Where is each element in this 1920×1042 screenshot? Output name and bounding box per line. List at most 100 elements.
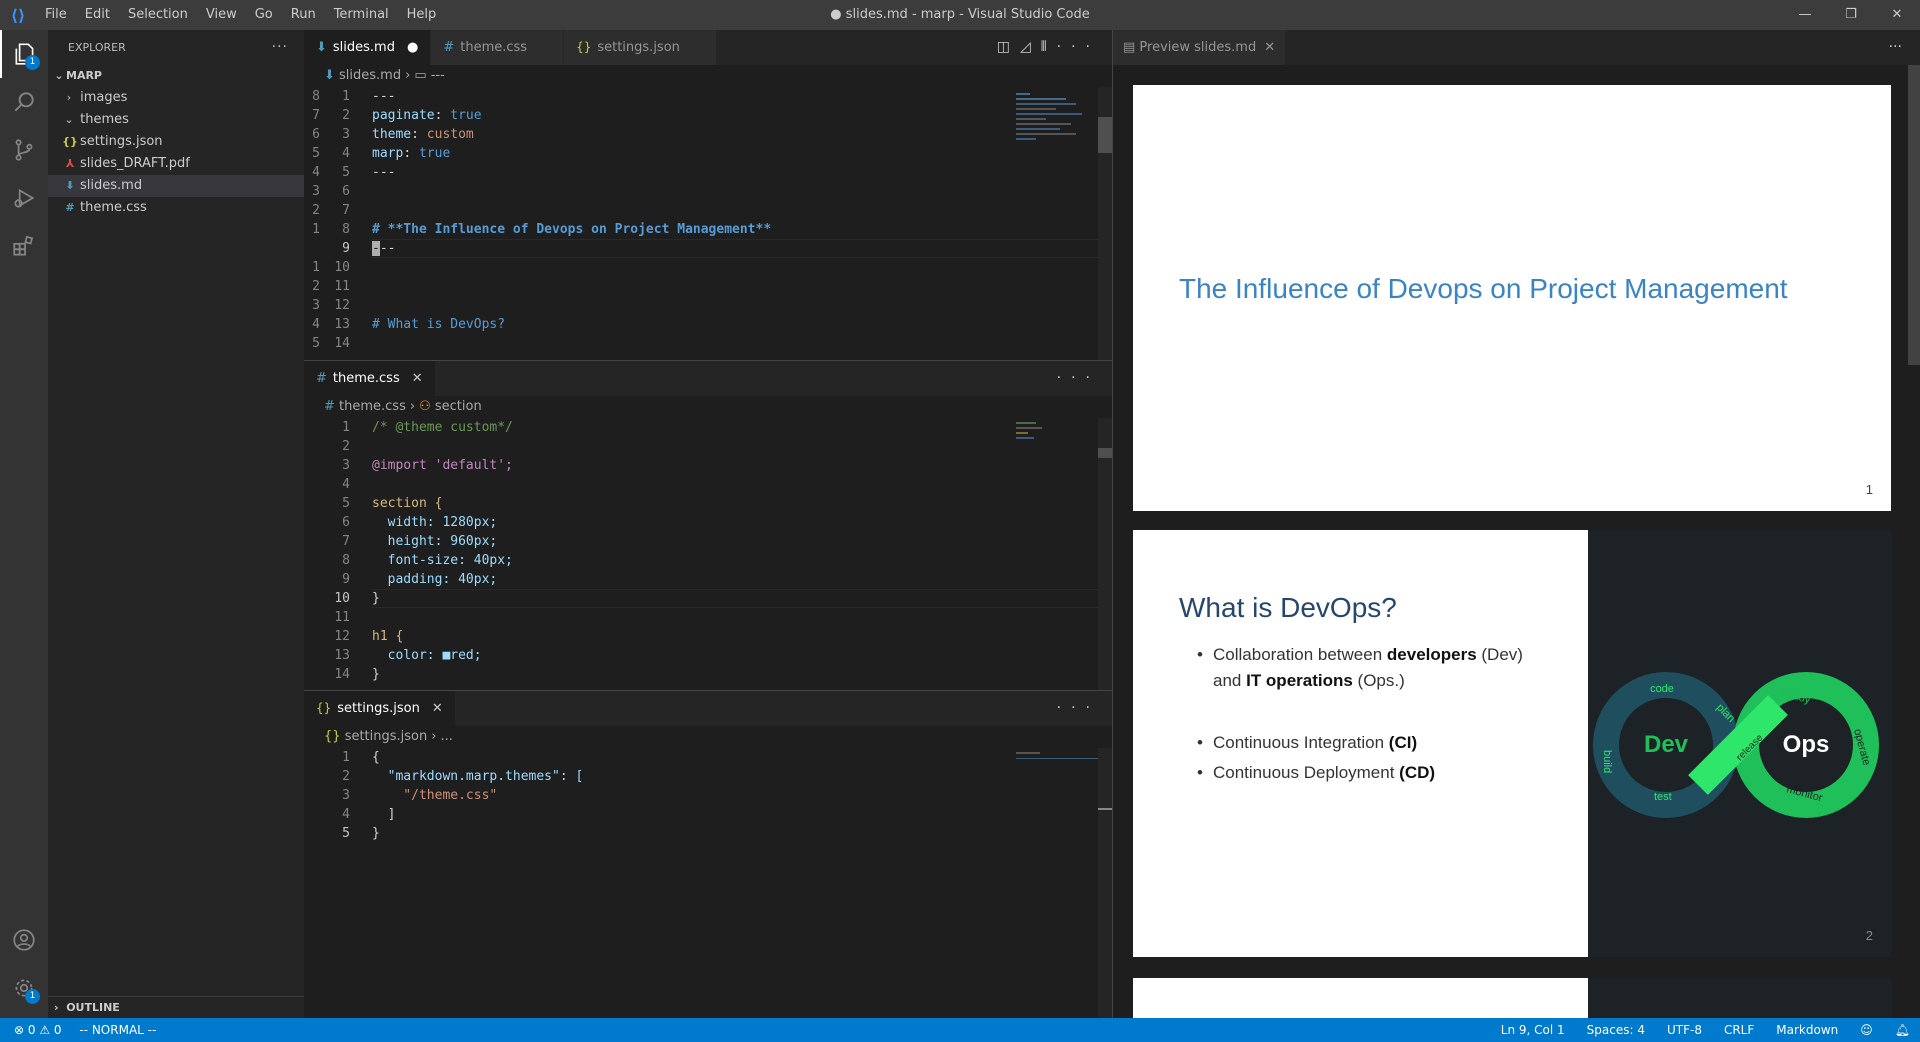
menu-go[interactable]: Go: [246, 0, 282, 30]
unsaved-dot-icon[interactable]: ●: [407, 40, 418, 55]
tab-theme-css[interactable]: # theme.css: [431, 30, 565, 65]
marp-icon[interactable]: ◿: [1020, 39, 1041, 55]
language-mode[interactable]: Markdown: [1776, 1018, 1838, 1042]
code-line: }: [372, 591, 380, 606]
line-number: 10: [334, 260, 350, 275]
breadcrumb-symbol[interactable]: ...: [440, 729, 452, 744]
manage-gear-icon[interactable]: 1: [0, 964, 48, 1012]
minimap[interactable]: [1016, 418, 1098, 458]
outline-section[interactable]: › OUTLINE: [48, 996, 304, 1018]
tab-preview-slides[interactable]: ▤ Preview slides.md ✕: [1113, 30, 1286, 65]
menu-file[interactable]: File: [36, 0, 76, 30]
close-tab-icon[interactable]: ✕: [432, 701, 443, 716]
tree-item-label: slides_DRAFT.pdf: [80, 156, 190, 171]
tab-slides-md[interactable]: ⬇ slides.md ●: [304, 30, 432, 65]
editor-actions: ◫◿⫴···: [997, 30, 1100, 65]
tree-item-settings-json[interactable]: {} settings.json: [48, 131, 304, 153]
menu-edit[interactable]: Edit: [76, 0, 119, 30]
cursor-position[interactable]: Ln 9, Col 1: [1501, 1018, 1565, 1042]
line-number: 6: [342, 184, 350, 199]
run-debug-icon[interactable]: [0, 174, 48, 222]
line-number: 8: [342, 222, 350, 237]
block-cursor: -: [372, 241, 380, 256]
vertical-scrollbar[interactable]: [1098, 418, 1112, 690]
more-actions-icon[interactable]: ···: [1057, 39, 1100, 55]
menu-bar: File Edit Selection View Go Run Terminal Help: [36, 0, 445, 30]
tab-settings-json[interactable]: {} settings.json: [564, 30, 717, 65]
line-number: 5: [342, 165, 350, 180]
logo-word: build: [1601, 750, 1613, 773]
relative-line-number: 5: [312, 146, 320, 161]
relative-line-number: 1: [312, 222, 320, 237]
minimize-button[interactable]: —: [1782, 0, 1828, 30]
tree-item-themes[interactable]: ⌄ themes: [48, 109, 304, 131]
json-file-icon: {}: [324, 729, 345, 744]
tree-item-slides-pdf[interactable]: ⅄ slides_DRAFT.pdf: [48, 153, 304, 175]
code-area[interactable]: 1 /* @theme custom*/ 2 3 @import 'default'…: [304, 418, 1112, 684]
breadcrumb-symbol[interactable]: ---: [431, 68, 445, 83]
menu-selection[interactable]: Selection: [119, 0, 197, 30]
tree-item-slides-md[interactable]: ⬇ slides.md: [48, 175, 304, 197]
extensions-icon[interactable]: [0, 222, 48, 270]
encoding[interactable]: UTF-8: [1667, 1018, 1702, 1042]
menu-view[interactable]: View: [197, 0, 246, 30]
line-number: 11: [334, 279, 350, 294]
pdf-file-icon: ⅄: [65, 157, 75, 170]
line-number: 12: [334, 629, 350, 644]
tree-item-images[interactable]: › images: [48, 87, 304, 109]
code-area[interactable]: 8 1 --- 7 2 paginate: true 6 3 theme: custom 5…: [304, 87, 1112, 353]
code-line: font-size: 40px;: [372, 553, 513, 568]
breadcrumb-symbol[interactable]: section: [435, 399, 482, 414]
more-actions-icon[interactable]: ···: [1057, 361, 1100, 396]
line-number: 1: [342, 89, 350, 104]
tab-settings-json[interactable]: {} settings.json ✕: [304, 691, 456, 726]
markdown-file-icon: ⬇: [65, 179, 75, 192]
title-bar: ⟨⟩ File Edit Selection View Go Run Terminal Hel…: [0, 0, 1920, 30]
chevron-right-icon: ›: [54, 1001, 67, 1014]
chevron-down-icon: ⌄: [54, 69, 64, 82]
notifications-bell-icon[interactable]: 🔔︎: [1895, 1018, 1910, 1042]
tree-item-label: theme.css: [80, 200, 147, 215]
slide-3-partial[interactable]: [1133, 978, 1891, 1018]
split-editor-icon[interactable]: ⫴: [1041, 39, 1057, 55]
preview-scrollbar[interactable]: [1908, 65, 1920, 1018]
open-preview-icon[interactable]: ◫: [997, 39, 1020, 55]
vertical-scrollbar[interactable]: [1098, 87, 1112, 360]
close-tab-icon[interactable]: ✕: [412, 371, 423, 386]
code-line-heading: # **The Influence of Devops on Project M…: [372, 222, 772, 237]
breadcrumb-file[interactable]: theme.css: [339, 399, 406, 414]
tree-item-theme-css[interactable]: # theme.css: [48, 197, 304, 219]
preview-icon: ▤: [1123, 40, 1140, 55]
source-control-icon[interactable]: [0, 126, 48, 174]
breadcrumb-file[interactable]: slides.md: [339, 68, 401, 83]
restore-button[interactable]: ❐: [1828, 0, 1874, 30]
code-area[interactable]: 1 { 2 "markdown.marp.themes": [ 3 "/theme…: [304, 748, 1112, 843]
breadcrumb-file[interactable]: settings.json: [345, 729, 428, 744]
close-tab-icon[interactable]: ✕: [1264, 40, 1275, 55]
slide-2[interactable]: What is DevOps? Collaboration between de…: [1133, 530, 1891, 957]
slide-1[interactable]: The Influence of Devops on Project Manag…: [1133, 85, 1891, 511]
search-icon[interactable]: [0, 78, 48, 126]
minimap[interactable]: [1016, 748, 1098, 768]
tab-theme-css[interactable]: # theme.css ✕: [304, 361, 436, 396]
indentation[interactable]: Spaces: 4: [1587, 1018, 1645, 1042]
more-actions-icon[interactable]: ···: [272, 30, 288, 65]
problems-indicator[interactable]: ⊗ 0 ⚠ 0: [14, 1023, 62, 1037]
menu-terminal[interactable]: Terminal: [325, 0, 398, 30]
more-actions-icon[interactable]: ···: [1057, 691, 1100, 726]
relative-line-number: 4: [312, 317, 320, 332]
more-actions-icon[interactable]: ···: [1889, 30, 1902, 65]
close-window-button[interactable]: ✕: [1874, 0, 1920, 30]
menu-run[interactable]: Run: [282, 0, 325, 30]
explorer-icon[interactable]: 1: [0, 30, 48, 78]
vertical-scrollbar[interactable]: [1098, 748, 1112, 1018]
code-line: section {: [372, 496, 443, 511]
menu-help[interactable]: Help: [398, 0, 446, 30]
feedback-icon[interactable]: ☺: [1860, 1018, 1873, 1042]
accounts-icon[interactable]: [0, 916, 48, 964]
workspace-root[interactable]: ⌄ MARP: [48, 65, 304, 87]
minimap[interactable]: [1016, 87, 1098, 287]
code-line-heading: # What is DevOps?: [372, 317, 506, 332]
line-ending[interactable]: CRLF: [1724, 1018, 1754, 1042]
relative-line-number: 4: [312, 165, 320, 180]
